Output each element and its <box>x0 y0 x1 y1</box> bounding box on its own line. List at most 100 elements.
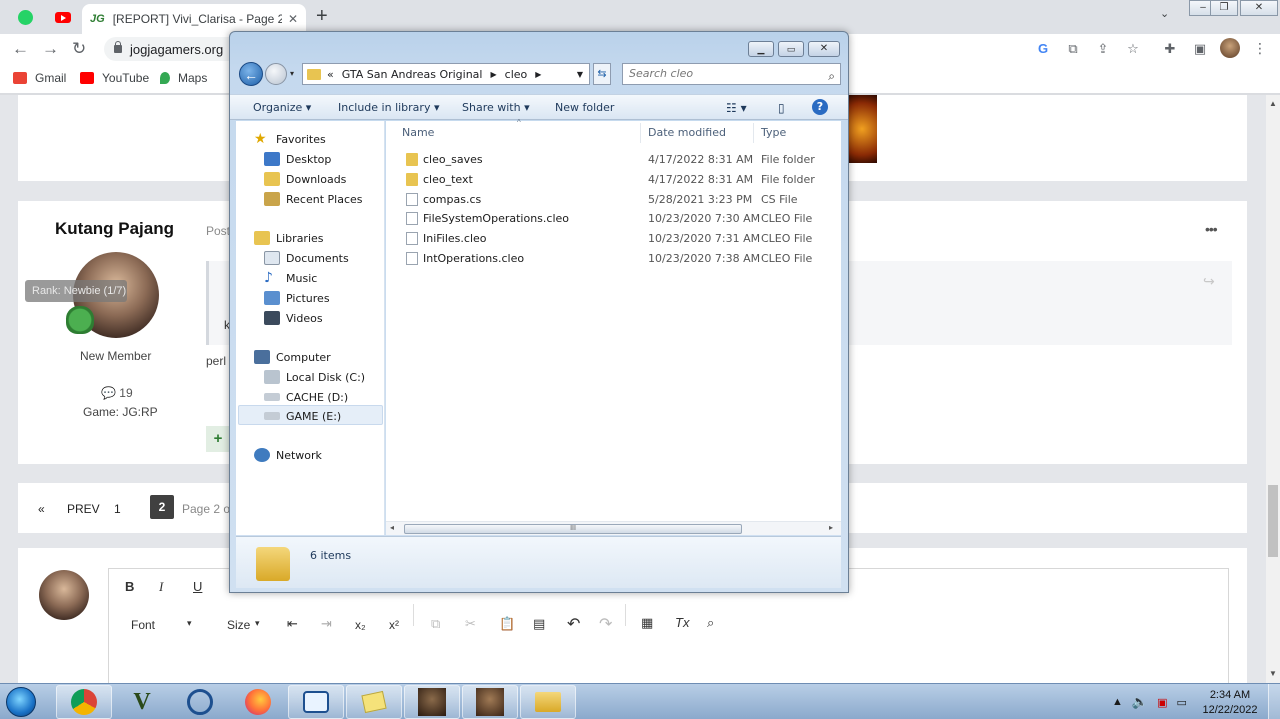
side-panel-icon[interactable]: ▣ <box>1192 41 1208 57</box>
pinned-tab-youtube[interactable] <box>50 6 76 28</box>
nav-network[interactable]: Network <box>254 445 322 465</box>
back-icon[interactable]: ← <box>12 39 29 59</box>
bookmark-maps[interactable]: Maps <box>160 71 207 85</box>
file-row[interactable]: compas.cs 5/28/2021 3:23 PM CS File <box>386 190 841 210</box>
nav-drive-e[interactable]: GAME (E:) <box>264 406 341 426</box>
nav-documents[interactable]: Documents <box>264 248 349 268</box>
scroll-up-icon[interactable]: ▲ <box>1269 99 1277 108</box>
taskbar-gta-v[interactable]: V <box>114 685 170 719</box>
column-header-date[interactable]: Date modified <box>648 126 726 139</box>
tray-expand-icon[interactable]: ▲ <box>1112 696 1123 708</box>
profile-avatar[interactable] <box>1220 38 1240 58</box>
explorer-search-box[interactable]: Search cleo ⌕ <box>622 63 841 85</box>
nav-desktop[interactable]: Desktop <box>264 149 331 169</box>
taskbar-clock[interactable]: 2:34 AM 12/22/2022 <box>1200 688 1260 718</box>
taskbar-firefox[interactable] <box>230 685 286 719</box>
address-bar[interactable]: jogjagamers.org <box>104 37 244 61</box>
new-tab-button[interactable]: + <box>316 5 328 28</box>
explorer-address-bar[interactable]: « GTA San Andreas Original ▶ cleo ▶ ▼ <box>302 63 590 85</box>
breadcrumb-item[interactable]: cleo <box>505 68 528 81</box>
file-row[interactable]: IntOperations.cleo 10/23/2020 7:38 AM CL… <box>386 249 841 269</box>
taskbar-sticky-notes[interactable] <box>346 685 402 719</box>
column-divider[interactable] <box>640 123 641 143</box>
explorer-back-button[interactable]: ← <box>239 62 263 86</box>
file-row[interactable]: cleo_text 4/17/2022 8:31 AM File folder <box>386 170 841 190</box>
bookmark-gmail[interactable]: Gmail <box>13 71 66 85</box>
start-button[interactable] <box>1 684 41 719</box>
nav-computer[interactable]: Computer <box>254 347 331 367</box>
file-row[interactable]: IniFiles.cleo 10/23/2020 7:31 AM CLEO Fi… <box>386 229 841 249</box>
copy-icon[interactable]: ⧉ <box>431 616 440 632</box>
tab-search-icon[interactable]: ⌄ <box>1160 7 1169 20</box>
address-dropdown-icon[interactable]: ▼ <box>577 70 583 79</box>
extensions-icon[interactable]: ✚ <box>1162 41 1178 57</box>
breadcrumb-chevron-icon[interactable]: ▶ <box>490 70 496 79</box>
explorer-minimize-button[interactable]: ▁ <box>748 41 774 57</box>
nav-drive-d[interactable]: CACHE (D:) <box>264 387 348 407</box>
organize-menu[interactable]: Organize ▾ <box>253 101 311 114</box>
superscript-icon[interactable]: x² <box>389 618 399 632</box>
scroll-right-icon[interactable]: ▸ <box>829 523 833 532</box>
active-tab[interactable]: JG [REPORT] Vivi_Clarisa - Page 2 - ✕ <box>82 4 306 34</box>
paste-text-icon[interactable]: ▤ <box>533 616 545 632</box>
bookmark-star-icon[interactable]: ☆ <box>1125 41 1141 57</box>
italic-button[interactable]: I <box>159 579 163 595</box>
post-author-name[interactable]: Kutang Pajang <box>55 219 174 239</box>
column-divider[interactable] <box>753 123 754 143</box>
file-row[interactable]: cleo_saves 4/17/2022 8:31 AM File folder <box>386 150 841 170</box>
google-icon[interactable]: G <box>1035 41 1051 56</box>
breadcrumb-overflow[interactable]: « <box>327 68 334 81</box>
share-with-menu[interactable]: Share with ▾ <box>462 101 530 114</box>
redo-icon[interactable]: ↷ <box>599 614 612 634</box>
search-icon[interactable]: ⌕ <box>828 66 835 86</box>
outdent-icon[interactable]: ⇤ <box>287 616 298 632</box>
include-in-library-menu[interactable]: Include in library ▾ <box>338 101 439 114</box>
subscript-icon[interactable]: x₂ <box>355 618 366 632</box>
page-scrollbar[interactable]: ▲ ▼ <box>1266 95 1280 683</box>
taskbar-gta-sa-1[interactable] <box>404 685 460 719</box>
taskbar-explorer[interactable] <box>520 685 576 719</box>
nav-favorites[interactable]: ★ Favorites <box>254 129 326 149</box>
file-row[interactable]: FileSystemOperations.cleo 10/23/2020 7:3… <box>386 209 841 229</box>
scroll-thumb[interactable] <box>1268 485 1278 557</box>
prev-page-button[interactable]: PREV <box>67 502 100 516</box>
size-dropdown[interactable]: Size <box>227 618 250 632</box>
preview-icon[interactable]: ⌕ <box>707 615 714 631</box>
breadcrumb-item[interactable]: GTA San Andreas Original <box>342 68 483 81</box>
horizontal-scrollbar[interactable]: ◂ III ▸ <box>386 521 841 535</box>
view-options-icon[interactable]: ☷ ▾ <box>726 101 747 115</box>
recent-pages-icon[interactable]: ▾ <box>290 69 294 78</box>
horizontal-scroll-thumb[interactable]: III <box>404 524 742 534</box>
nav-videos[interactable]: Videos <box>264 308 323 328</box>
nav-pictures[interactable]: Pictures <box>264 288 330 308</box>
translate-icon[interactable]: ⧉ <box>1065 41 1081 57</box>
taskbar-app-chat[interactable] <box>288 685 344 719</box>
bookmark-youtube[interactable]: YouTube <box>80 71 149 85</box>
help-icon[interactable]: ? <box>812 99 828 115</box>
underline-button[interactable]: U <box>193 579 202 594</box>
clear-format-icon[interactable]: Tx <box>675 615 689 630</box>
browser-close-button[interactable]: ✕ <box>1240 0 1278 16</box>
explorer-close-button[interactable]: ✕ <box>808 41 840 57</box>
column-header-name[interactable]: Name <box>402 126 434 139</box>
column-header-type[interactable]: Type <box>761 126 786 139</box>
nav-downloads[interactable]: Downloads <box>264 169 346 189</box>
taskbar-app-circle[interactable] <box>172 685 228 719</box>
table-icon[interactable]: ▦ <box>641 615 653 631</box>
explorer-maximize-button[interactable]: ▭ <box>778 41 804 57</box>
nav-recent-places[interactable]: Recent Places <box>264 189 363 209</box>
nav-libraries[interactable]: Libraries <box>254 228 324 248</box>
network-status-icon[interactable]: ▣ <box>1157 696 1167 709</box>
scroll-left-icon[interactable]: ◂ <box>390 523 394 532</box>
reload-icon[interactable]: ↻ <box>72 39 86 59</box>
browser-restore-button[interactable]: ❐ <box>1210 0 1238 16</box>
scroll-down-icon[interactable]: ▼ <box>1269 669 1277 678</box>
browser-menu-icon[interactable]: ⋮ <box>1253 40 1267 57</box>
paste-icon[interactable]: 📋 <box>499 616 515 632</box>
share-icon[interactable]: ⇪ <box>1095 41 1111 57</box>
post-options-icon[interactable]: ••• <box>1205 221 1218 237</box>
indent-icon[interactable]: ⇥ <box>321 616 332 632</box>
refresh-icon[interactable]: ⇆ <box>593 63 611 85</box>
font-dropdown[interactable]: Font <box>131 618 155 632</box>
nav-drive-c[interactable]: Local Disk (C:) <box>264 367 365 387</box>
